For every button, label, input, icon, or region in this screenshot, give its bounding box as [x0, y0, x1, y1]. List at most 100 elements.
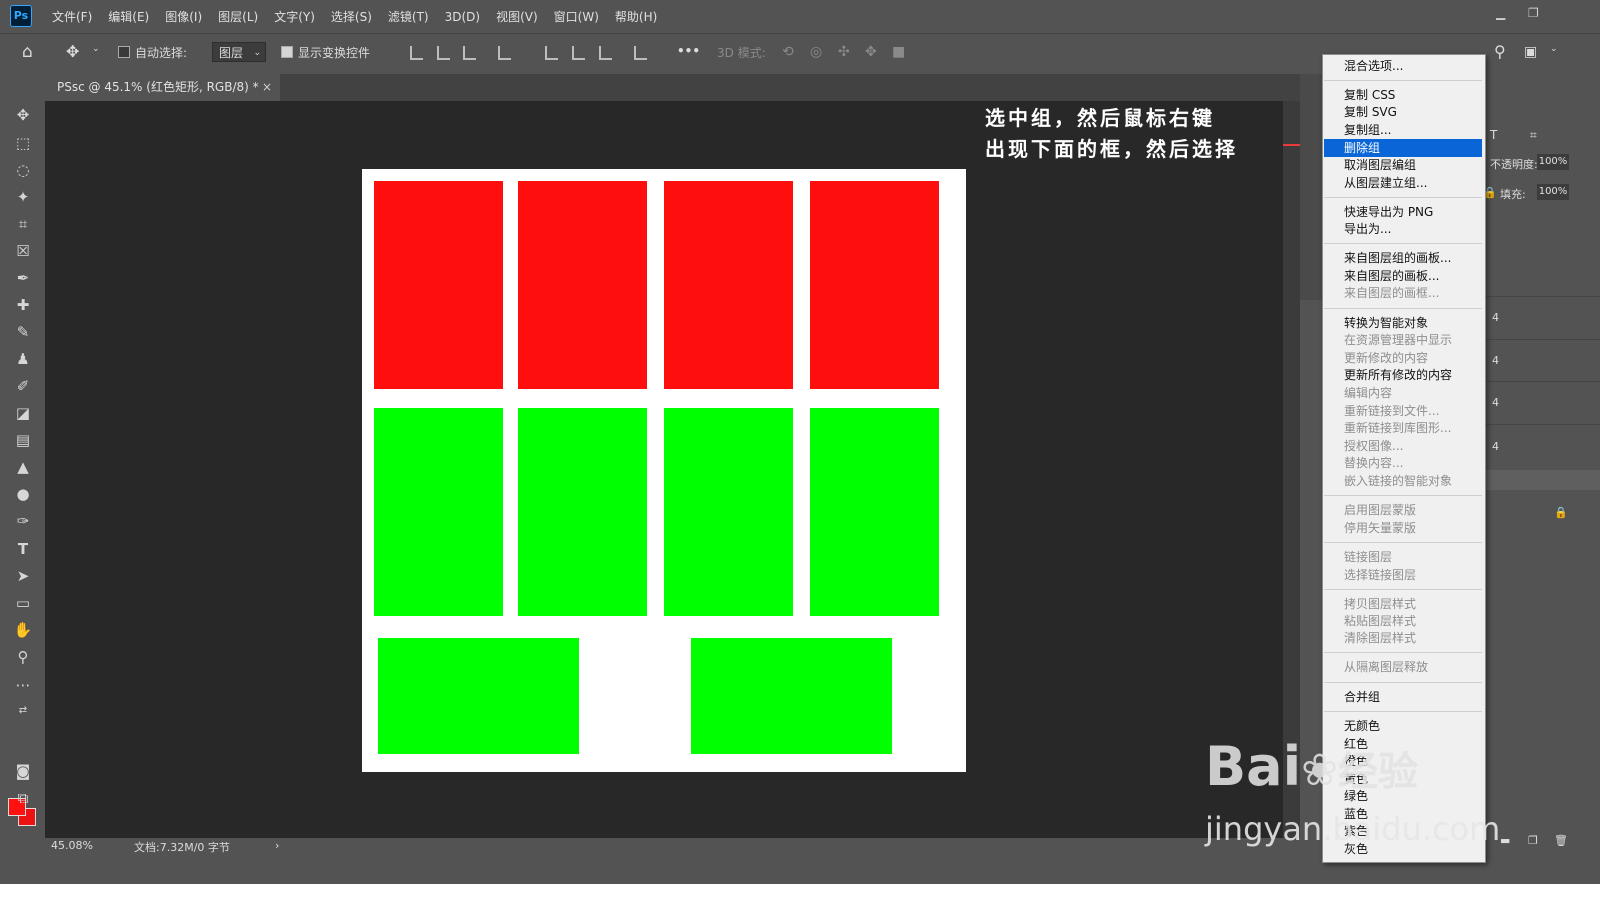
checkbox-checked-icon[interactable] — [281, 46, 293, 58]
3d-slide-icon[interactable]: ✥ — [865, 44, 877, 60]
opacity-field[interactable]: 100% — [1537, 154, 1569, 170]
align-bottom-icon[interactable] — [599, 46, 612, 60]
fill-field[interactable]: 100% — [1537, 184, 1569, 200]
default-colors-icon[interactable]: ⇄ — [13, 702, 33, 720]
menu-image[interactable]: 图像(I) — [165, 8, 202, 25]
menu-type[interactable]: 文字(Y) — [274, 8, 315, 25]
maximize-icon[interactable]: ❐ — [1528, 6, 1539, 20]
rectangle-tool-icon[interactable]: ▭ — [13, 594, 33, 612]
home-icon[interactable]: ⌂ — [22, 42, 33, 62]
gradient-tool-icon[interactable]: ▤ — [13, 431, 33, 449]
green-rectangle[interactable] — [374, 408, 503, 616]
menu-edit[interactable]: 编辑(E) — [108, 8, 149, 25]
green-rectangle[interactable] — [810, 408, 939, 616]
menu-3d[interactable]: 3D(D) — [445, 10, 480, 24]
selected-layer-row[interactable] — [1484, 470, 1600, 490]
new-layer-icon[interactable]: ❐ — [1528, 834, 1538, 847]
brush-tool-icon[interactable]: ✎ — [13, 323, 33, 341]
menu-window[interactable]: 窗口(W) — [554, 8, 599, 25]
more-options-button[interactable]: ••• — [677, 44, 700, 58]
chevron-down-icon[interactable]: ⌄ — [1550, 44, 1558, 54]
screen-mode-icon[interactable]: ⧉ — [13, 789, 33, 807]
more-tools-icon[interactable]: ⋯ — [13, 676, 33, 694]
status-menu-arrow[interactable]: › — [275, 839, 279, 852]
red-rectangle[interactable] — [518, 181, 647, 389]
menu-file[interactable]: 文件(F) — [52, 8, 92, 25]
pen-tool-icon[interactable]: ✑ — [13, 512, 33, 530]
zoom-tool-icon[interactable]: ⚲ — [13, 648, 33, 666]
ctx-artboard-from-layers[interactable]: 来自图层的画板... — [1324, 267, 1482, 285]
crop-tool-icon[interactable]: ⌗ — [13, 215, 33, 233]
quick-mask-icon[interactable]: ◙ — [13, 762, 33, 780]
ctx-export-as[interactable]: 导出为... — [1324, 220, 1482, 238]
ctx-merge-group[interactable]: 合并组 — [1324, 688, 1482, 706]
move-tool-icon[interactable]: ✥ — [66, 42, 79, 61]
healing-brush-tool-icon[interactable]: ✚ — [13, 296, 33, 314]
align-left-icon[interactable] — [410, 46, 423, 60]
auto-select-dropdown[interactable]: 图层 ⌄ — [212, 42, 266, 62]
red-rectangle[interactable] — [374, 181, 503, 389]
blur-tool-icon[interactable]: ▲ — [13, 458, 33, 476]
minimize-icon[interactable]: ▁ — [1496, 6, 1505, 20]
menu-layer[interactable]: 图层(L) — [218, 8, 258, 25]
align-center-icon[interactable] — [437, 46, 450, 60]
show-transform-checkbox[interactable]: 显示变换控件 — [281, 44, 370, 61]
delete-layer-icon[interactable]: 🗑 — [1554, 834, 1568, 847]
hand-tool-icon[interactable]: ✋ — [13, 621, 33, 639]
stamp-tool-icon[interactable]: ♟ — [13, 350, 33, 368]
menu-select[interactable]: 选择(S) — [331, 8, 372, 25]
ctx-ungroup-layers[interactable]: 取消图层编组 — [1324, 156, 1482, 174]
align-right-icon[interactable] — [463, 46, 476, 60]
eraser-tool-icon[interactable]: ◪ — [13, 404, 33, 422]
path-selection-tool-icon[interactable]: ➤ — [13, 567, 33, 585]
3d-roll-icon[interactable]: ◎ — [810, 44, 822, 60]
ctx-copy-svg[interactable]: 复制 SVG — [1324, 103, 1482, 121]
red-rectangle[interactable] — [664, 181, 793, 389]
ctx-blending-options[interactable]: 混合选项... — [1324, 57, 1482, 75]
distribute-vertical-icon[interactable] — [634, 46, 647, 60]
lasso-tool-icon[interactable]: ◌ — [13, 161, 33, 179]
history-brush-tool-icon[interactable]: ✐ — [13, 377, 33, 395]
zoom-level[interactable]: 45.08% — [51, 839, 93, 852]
marquee-tool-icon[interactable]: ⬚ — [13, 134, 33, 152]
vertical-scrollbar[interactable] — [1283, 101, 1300, 838]
3d-rotate-icon[interactable]: ⟲ — [782, 44, 794, 60]
workspace-icon[interactable]: ▣ — [1524, 44, 1537, 60]
ctx-update-all-modified[interactable]: 更新所有修改的内容 — [1324, 366, 1482, 384]
document-canvas[interactable] — [362, 169, 966, 772]
type-tool-icon[interactable]: T — [13, 540, 33, 558]
green-rectangle[interactable] — [664, 408, 793, 616]
auto-select-checkbox[interactable]: 自动选择: — [118, 44, 187, 61]
ctx-duplicate-group[interactable]: 复制组... — [1324, 121, 1482, 139]
ctx-copy-css[interactable]: 复制 CSS — [1324, 86, 1482, 104]
checkbox-icon[interactable] — [118, 46, 130, 58]
red-rectangle[interactable] — [810, 181, 939, 389]
ctx-convert-smart-object[interactable]: 转换为智能对象 — [1324, 314, 1482, 332]
distribute-icon[interactable] — [498, 46, 511, 60]
3d-pan-icon[interactable]: ✣ — [838, 44, 850, 60]
menu-filter[interactable]: 滤镜(T) — [388, 8, 429, 25]
green-wide-rectangle[interactable] — [691, 638, 892, 754]
text-filter-icon[interactable]: T — [1490, 128, 1497, 142]
move-tool-icon[interactable]: ✥ — [13, 106, 33, 124]
shape-filter-icon[interactable]: ⌗ — [1530, 128, 1537, 143]
document-tab[interactable]: PSsc @ 45.1% (红色矩形, RGB/8) * × — [45, 74, 280, 101]
ctx-color-none[interactable]: 无颜色 — [1324, 717, 1482, 735]
ctx-group-from-layers[interactable]: 从图层建立组... — [1324, 174, 1482, 192]
ctx-quick-export-png[interactable]: 快速导出为 PNG — [1324, 203, 1482, 221]
menu-help[interactable]: 帮助(H) — [615, 8, 657, 25]
magic-wand-tool-icon[interactable]: ✦ — [13, 188, 33, 206]
green-wide-rectangle[interactable] — [378, 638, 579, 754]
green-rectangle[interactable] — [518, 408, 647, 616]
align-middle-icon[interactable] — [572, 46, 585, 60]
new-group-icon[interactable]: ▬ — [1500, 834, 1510, 847]
frame-tool-icon[interactable]: ☒ — [13, 242, 33, 260]
search-icon[interactable]: ⚲ — [1494, 42, 1506, 61]
align-top-icon[interactable] — [545, 46, 558, 60]
dodge-tool-icon[interactable]: ● — [13, 485, 33, 503]
3d-camera-icon[interactable]: ■ — [892, 44, 905, 60]
ctx-artboard-from-group[interactable]: 来自图层组的画板... — [1324, 249, 1482, 267]
eyedropper-tool-icon[interactable]: ✒ — [13, 269, 33, 287]
chevron-down-icon[interactable]: ⌄ — [92, 44, 100, 54]
close-icon[interactable]: × — [262, 74, 272, 101]
